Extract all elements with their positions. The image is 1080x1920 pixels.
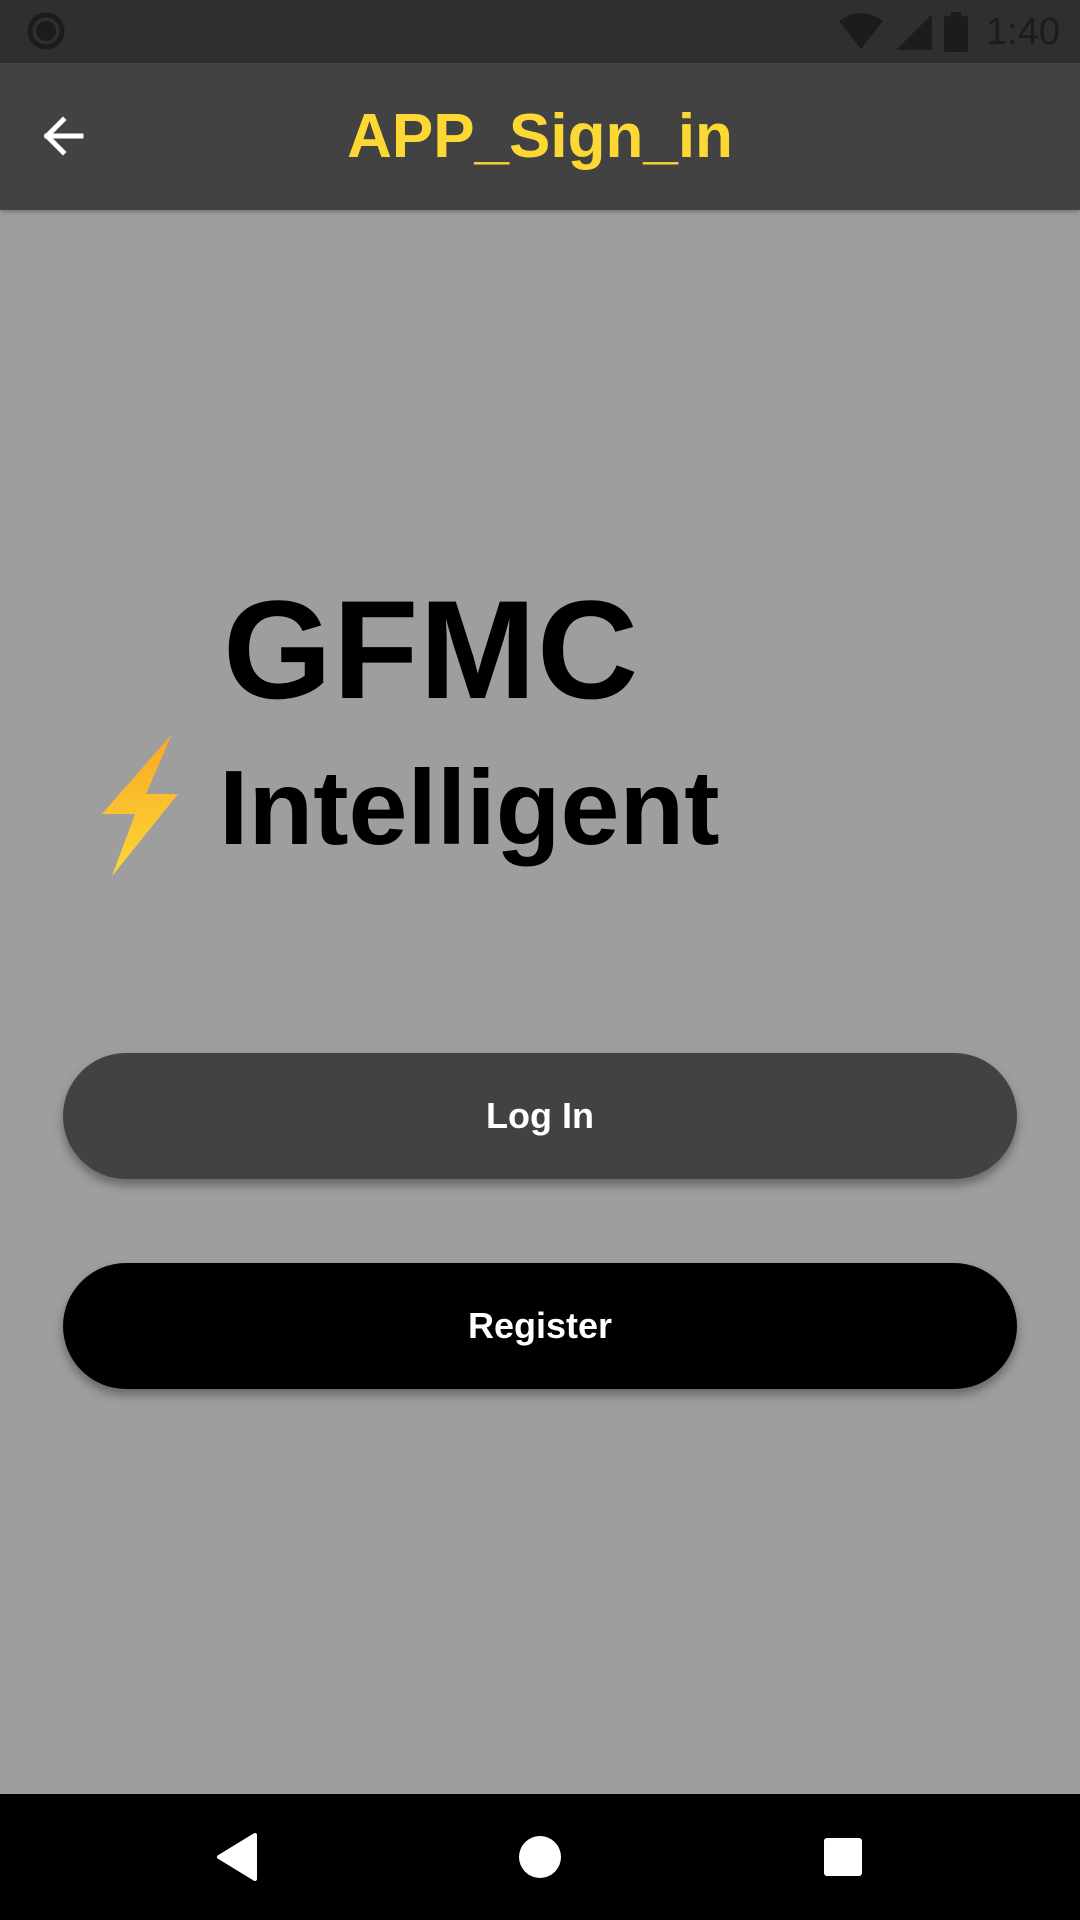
back-button[interactable] <box>30 103 96 169</box>
arrow-back-icon <box>43 116 84 156</box>
lightning-bolt-icon <box>102 734 178 876</box>
circle-home-icon <box>519 1836 561 1878</box>
navigation-bar <box>0 1794 1080 1920</box>
logo-subtitle: Intelligent <box>219 749 720 867</box>
circle-icon <box>27 12 65 50</box>
logo-title: GFMC <box>223 571 640 728</box>
status-time: 1:40 <box>986 10 1060 53</box>
nav-recents-button[interactable] <box>810 1824 876 1890</box>
square-recents-icon <box>824 1838 862 1876</box>
triangle-back-icon <box>217 1833 257 1881</box>
nav-back-button[interactable] <box>204 1824 270 1890</box>
nav-home-button[interactable] <box>507 1824 573 1890</box>
battery-icon <box>944 12 969 52</box>
signal-icon <box>896 14 933 50</box>
page-title: APP_Sign_in <box>347 102 733 171</box>
app-bar: APP_Sign_in <box>0 63 1080 210</box>
login-button[interactable]: Log In <box>63 1053 1017 1179</box>
screen: 1:40 APP_Sign_in GFMC Intelligent Log In… <box>0 0 1080 1920</box>
status-icons: 1:40 <box>838 8 1060 56</box>
wifi-icon <box>839 13 884 49</box>
register-button[interactable]: Register <box>63 1263 1017 1389</box>
status-bar: 1:40 <box>0 0 1080 63</box>
